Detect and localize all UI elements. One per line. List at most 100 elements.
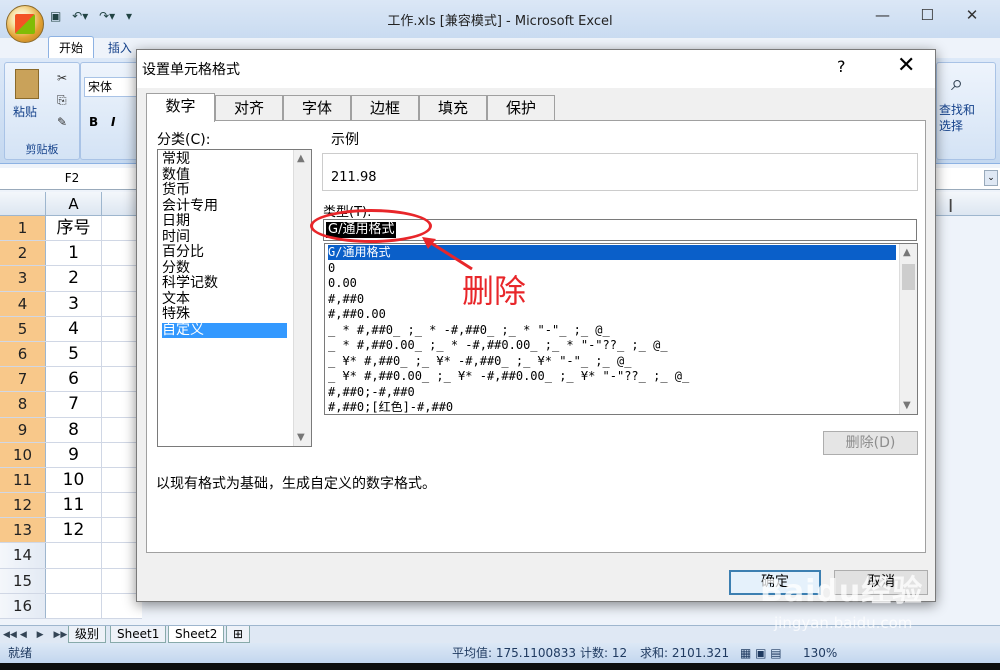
row-header[interactable]: 12 (0, 493, 46, 518)
expand-formula-icon[interactable]: ⌄ (984, 170, 998, 186)
cell-a[interactable] (46, 568, 102, 593)
column-header-i[interactable]: I (948, 196, 953, 217)
category-item[interactable]: 常规 (162, 152, 190, 167)
cell-a[interactable]: 2 (46, 266, 102, 291)
cell-a[interactable]: 9 (46, 442, 102, 467)
category-list[interactable]: 自定义 特殊 文本 科学记数 分数 百分比 时间 日期 会计专用 货币 数值 常规 ▲ ▼ (157, 149, 312, 447)
row-header[interactable]: 5 (0, 316, 46, 341)
format-item[interactable]: _ ¥* #,##0_ ;_ ¥* -#,##0_ ;_ ¥* "-"_ ;_ … (328, 354, 631, 369)
category-item[interactable]: 特殊 (162, 307, 190, 322)
view-buttons-icon[interactable]: ▦ ▣ ▤ (740, 643, 782, 663)
category-item[interactable]: 时间 (162, 229, 190, 245)
cell-a[interactable]: 1 (46, 241, 102, 266)
format-item[interactable]: _ * #,##0_ ;_ * -#,##0_ ;_ * "-"_ ;_ @_ (328, 323, 610, 338)
format-item[interactable]: G/通用格式 (328, 245, 896, 260)
dialog-close-button[interactable]: ✕ (897, 53, 915, 78)
cell-a[interactable]: 7 (46, 392, 102, 417)
cell-a[interactable]: 10 (46, 467, 102, 493)
cell-a[interactable]: 12 (46, 518, 102, 543)
category-item[interactable]: 科学记数 (162, 276, 218, 291)
cell-a[interactable]: 4 (46, 316, 102, 341)
sheet-tab-sheet2[interactable]: Sheet2 (168, 626, 225, 643)
first-sheet-icon[interactable]: ◀◀ (3, 630, 17, 640)
row-header[interactable]: 14 (0, 543, 46, 568)
scroll-down-icon[interactable]: ▼ (297, 432, 305, 443)
minimize-button[interactable]: — (862, 6, 902, 24)
format-list[interactable]: #,##0;[红色]-#,##0 #,##0;-#,##0 _ ¥* #,##0.0… (324, 243, 918, 415)
ribbon-tab-home[interactable]: 开始 (48, 36, 95, 58)
close-window-button[interactable]: ✕ (952, 6, 992, 24)
maximize-button[interactable]: ☐ (907, 6, 947, 24)
prev-sheet-icon[interactable]: ◀ (20, 630, 30, 640)
format-item[interactable]: #,##0 (328, 292, 364, 307)
sheet-tab-sheet1[interactable]: Sheet1 (110, 626, 167, 643)
find-select-label-2[interactable]: 选择 (939, 117, 963, 134)
copy-icon[interactable]: ⎘ (57, 93, 67, 108)
tab-alignment[interactable]: 对齐 (215, 95, 283, 121)
row-header[interactable]: 4 (0, 291, 46, 316)
row-header[interactable]: 13 (0, 518, 46, 543)
format-item[interactable]: _ ¥* #,##0.00_ ;_ ¥* -#,##0.00_ ;_ ¥* "-… (328, 369, 689, 384)
next-sheet-icon[interactable]: ▶ (37, 630, 47, 640)
column-header-a[interactable]: A (46, 192, 102, 216)
binoculars-icon[interactable]: ⌕ (951, 71, 963, 96)
tab-fill[interactable]: 填充 (419, 95, 487, 121)
bold-button[interactable]: B (89, 115, 98, 129)
format-item[interactable]: _ * #,##0.00_ ;_ * -#,##0.00_ ;_ * "-"??… (328, 338, 668, 353)
row-header[interactable]: 8 (0, 392, 46, 417)
category-item[interactable]: 分数 (162, 260, 190, 276)
find-select-label-1[interactable]: 查找和 (939, 101, 975, 118)
paste-button[interactable]: 粘贴 (13, 103, 37, 120)
select-all-corner[interactable] (0, 192, 46, 216)
sheet-tab-level[interactable]: 级别 (68, 626, 107, 643)
cell-a[interactable] (46, 543, 102, 568)
delete-button[interactable]: 删除(D) (823, 431, 918, 455)
scroll-down-icon[interactable]: ▼ (903, 400, 911, 411)
tab-border[interactable]: 边框 (351, 95, 419, 121)
format-item[interactable]: 0.00 (328, 276, 357, 291)
last-sheet-icon[interactable]: ▶▶ (53, 630, 67, 640)
italic-button[interactable]: I (111, 115, 115, 129)
row-header[interactable]: 10 (0, 442, 46, 467)
category-item[interactable]: 自定义 (162, 322, 287, 338)
help-button[interactable]: ? (837, 57, 846, 76)
cell-a[interactable]: 3 (46, 291, 102, 316)
row-header[interactable]: 2 (0, 241, 46, 266)
row-header[interactable]: 6 (0, 341, 46, 367)
scroll-thumb[interactable] (902, 264, 915, 290)
row-header[interactable]: 1 (0, 216, 46, 241)
cell-a[interactable]: 5 (46, 341, 102, 367)
cell-a[interactable]: 11 (46, 493, 102, 518)
font-name-box[interactable]: 宋体 (84, 77, 138, 97)
insert-sheet-icon[interactable]: ⊞ (226, 626, 251, 643)
cell-a[interactable] (46, 593, 102, 618)
row-header[interactable]: 16 (0, 593, 46, 618)
format-scrollbar[interactable]: ▲ ▼ (899, 244, 917, 414)
paste-icon[interactable] (15, 69, 39, 99)
scroll-up-icon[interactable]: ▲ (297, 153, 305, 164)
row-header[interactable]: 9 (0, 417, 46, 442)
format-item[interactable]: #,##0;[红色]-#,##0 (328, 400, 453, 414)
status-zoom[interactable]: 130% (803, 643, 837, 663)
category-scrollbar[interactable]: ▲ ▼ (293, 150, 311, 446)
category-item[interactable]: 日期 (162, 214, 190, 229)
format-painter-icon[interactable]: ✎ (57, 115, 67, 129)
name-box[interactable]: F2 (0, 168, 145, 189)
format-item[interactable]: #,##0;-#,##0 (328, 385, 415, 400)
cut-icon[interactable]: ✂ (57, 71, 67, 85)
tab-number[interactable]: 数字 (146, 93, 215, 122)
cell-a[interactable]: 8 (46, 417, 102, 442)
tab-font[interactable]: 字体 (283, 95, 351, 121)
scroll-up-icon[interactable]: ▲ (903, 247, 911, 258)
row-header[interactable]: 15 (0, 568, 46, 593)
category-item[interactable]: 货币 (162, 183, 190, 198)
category-item[interactable]: 会计专用 (162, 198, 218, 214)
row-header[interactable]: 11 (0, 467, 46, 493)
row-header[interactable]: 3 (0, 266, 46, 291)
tab-protection[interactable]: 保护 (487, 95, 555, 121)
cell-a[interactable]: 序号 (46, 216, 102, 241)
category-item[interactable]: 百分比 (162, 245, 204, 260)
format-item[interactable]: #,##0.00 (328, 307, 386, 322)
office-button[interactable] (6, 5, 44, 43)
row-header[interactable]: 7 (0, 367, 46, 392)
